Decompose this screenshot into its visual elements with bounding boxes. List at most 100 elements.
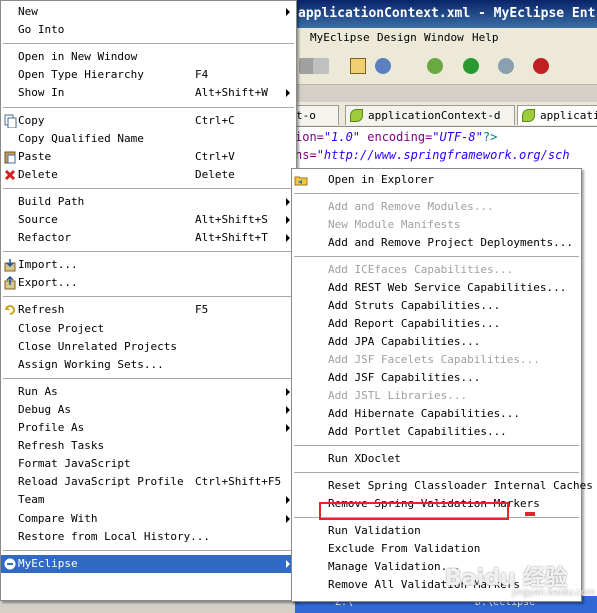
menu-item-label: Refactor: [18, 231, 71, 245]
globe-icon[interactable]: [375, 58, 391, 74]
menu-separator: [3, 43, 294, 45]
menu-myeclipse[interactable]: MyEclipse: [310, 31, 370, 44]
submenu-arrow-icon: [286, 216, 290, 224]
menu-item-export[interactable]: Export...: [1, 274, 296, 292]
submenu-item-add-struts-capabilities[interactable]: Add Struts Capabilities...: [292, 297, 581, 315]
menu-item-refactor[interactable]: Refactor Alt+Shift+T: [1, 229, 296, 247]
menu-item-refresh[interactable]: Refresh F5: [1, 301, 296, 319]
submenu-arrow-icon: [286, 197, 290, 206]
toolbar: [295, 48, 597, 85]
menu-item-label: Reload JavaScript Profile: [18, 475, 184, 489]
menu-item-profile-as[interactable]: Profile As: [1, 419, 296, 437]
menu-item-compare-with[interactable]: Compare With: [1, 510, 296, 528]
menu-item-run-as[interactable]: Run As: [1, 383, 296, 401]
menu-separator: [294, 445, 579, 446]
menu-window[interactable]: Window: [424, 31, 464, 44]
menu-item-label: Go Into: [18, 23, 65, 37]
submenu-item-exclude-from-validation[interactable]: Exclude From Validation: [292, 540, 581, 558]
annotation-mark: [525, 512, 535, 516]
menu-separator: [3, 251, 294, 253]
submenu-item-add-portlet-capabilities[interactable]: Add Portlet Capabilities...: [292, 423, 581, 441]
menu-item-open-type-hierarchy[interactable]: Open Type Hierarchy F4: [1, 66, 296, 84]
menu-item-label: Delete: [18, 167, 58, 181]
menu-item-go-into[interactable]: Go Into: [1, 21, 296, 39]
menu-design[interactable]: Design: [377, 31, 417, 44]
menu-item-label: Add Struts Capabilities...: [328, 299, 501, 312]
menu-item-delete[interactable]: Delete Delete: [1, 166, 296, 184]
menu-item-label: Refresh Tasks: [18, 439, 105, 453]
menu-item-show-in[interactable]: Show In Alt+Shift+W: [1, 84, 296, 102]
menu-item-build-path[interactable]: Build Path: [1, 193, 296, 211]
submenu-item-add-and-remove-project-deployments[interactable]: Add and Remove Project Deployments...: [292, 234, 581, 252]
menu-item-label: Add JSTL Libraries...: [328, 389, 468, 402]
menu-item-label: Close Unrelated Projects: [18, 339, 177, 353]
run-icon[interactable]: [463, 58, 479, 74]
menu-item-label: Open in Explorer: [328, 173, 434, 186]
submenu-item-add-jsf-capabilities[interactable]: Add JSF Capabilities...: [292, 369, 581, 387]
stop-icon[interactable]: [533, 58, 549, 74]
menu-item-reload-javascript-profile[interactable]: Reload JavaScript Profile Ctrl+Shift+F5: [1, 473, 296, 491]
menu-item-label: Run Validation: [328, 524, 421, 537]
submenu-item-add-rest-web-service-capabilities[interactable]: Add REST Web Service Capabilities...: [292, 279, 581, 297]
menu-item-label: Close Project: [18, 321, 105, 335]
menu-item-label: Add and Remove Modules...: [328, 200, 494, 213]
refresh-icon: [5, 305, 15, 316]
menu-item-label: Import...: [18, 258, 78, 272]
menu-item-copy-qualified-name[interactable]: Copy Qualified Name: [1, 130, 296, 148]
menu-item-open-in-new-window[interactable]: Open in New Window: [1, 48, 296, 66]
submenu-arrow-icon: [286, 234, 290, 243]
code-line: ion="1.0" encoding="UTF-8"?>: [295, 130, 498, 144]
menu-item-label: Run XDoclet: [328, 452, 401, 465]
submenu-item-run-xdoclet[interactable]: Run XDoclet: [292, 450, 581, 468]
debug-icon[interactable]: [427, 58, 443, 74]
menu-item-new[interactable]: New: [1, 3, 296, 21]
menu-item-myeclipse[interactable]: MyEclipse: [1, 554, 296, 573]
menu-item-shortcut: F4: [195, 68, 209, 82]
menu-item-close-unrelated-projects[interactable]: Close Unrelated Projects: [1, 338, 296, 356]
new-wizard-icon[interactable]: [350, 58, 366, 74]
submenu-item-open-in-explorer[interactable]: Open in Explorer: [292, 171, 581, 189]
print-icon[interactable]: [313, 58, 329, 74]
menu-item-label: Add and Remove Project Deployments...: [328, 236, 574, 249]
menu-item-label: Restore from Local History...: [18, 529, 211, 543]
menu-item-source[interactable]: Source Alt+Shift+S: [1, 211, 296, 229]
menu-item-shortcut: Ctrl+V: [195, 149, 235, 163]
menu-item-import[interactable]: Import...: [1, 256, 296, 274]
menu-item-shortcut: Ctrl+Shift+F5: [195, 475, 282, 489]
menu-item-debug-as[interactable]: Debug As: [1, 401, 296, 419]
submenu-arrow-icon: [286, 8, 290, 16]
submenu-item-run-validation[interactable]: Run Validation: [292, 522, 581, 540]
menu-item-format-javascript[interactable]: Format JavaScript: [1, 455, 296, 473]
menu-separator: [3, 106, 294, 108]
menu-item-label: Compare With: [18, 511, 98, 525]
submenu-item-add-report-capabilities[interactable]: Add Report Capabilities...: [292, 315, 581, 333]
submenu-item-add-jpa-capabilities[interactable]: Add JPA Capabilities...: [292, 333, 581, 351]
menu-item-assign-working-sets[interactable]: Assign Working Sets...: [1, 356, 296, 374]
menu-separator: [3, 296, 294, 298]
menu-item-label: Add REST Web Service Capabilities...: [328, 281, 567, 294]
menu-item-label: Add Report Capabilities...: [328, 317, 501, 330]
menu-item-label: Show In: [18, 86, 65, 100]
highlight-annotation: [319, 502, 509, 520]
import-icon: [4, 259, 16, 272]
baidu-watermark: Baidu 经验 jingyan.baidu.com: [445, 566, 595, 598]
submenu-item-new-module-manifests: New Module Manifests: [292, 216, 581, 234]
submenu-item-add-hibernate-capabilities[interactable]: Add Hibernate Capabilities...: [292, 405, 581, 423]
menu-item-copy[interactable]: Copy Ctrl+C: [1, 112, 296, 130]
menu-item-paste[interactable]: Paste Ctrl+V: [1, 148, 296, 166]
menu-item-label: Export...: [18, 276, 78, 290]
menu-item-restore-from-local-history[interactable]: Restore from Local History...: [1, 528, 296, 546]
server-icon[interactable]: [498, 58, 514, 74]
menu-item-team[interactable]: Team: [1, 491, 296, 509]
submenu-item-reset-spring-classloader-internal-caches[interactable]: Reset Spring Classloader Internal Caches: [292, 477, 593, 495]
tab-context-d[interactable]: applicationContext-d: [345, 105, 515, 125]
menu-item-label: Add Portlet Capabilities...: [328, 425, 507, 438]
tab-application-context[interactable]: applicatio: [517, 105, 597, 125]
menu-item-label: Add Hibernate Capabilities...: [328, 407, 521, 420]
menu-separator: [3, 187, 294, 189]
menu-item-close-project[interactable]: Close Project: [1, 320, 296, 338]
menu-item-refresh-tasks[interactable]: Refresh Tasks: [1, 437, 296, 455]
menu-item-label: Exclude From Validation: [328, 542, 481, 555]
submenu-arrow-icon: [286, 514, 290, 523]
menu-help[interactable]: Help: [472, 31, 499, 44]
